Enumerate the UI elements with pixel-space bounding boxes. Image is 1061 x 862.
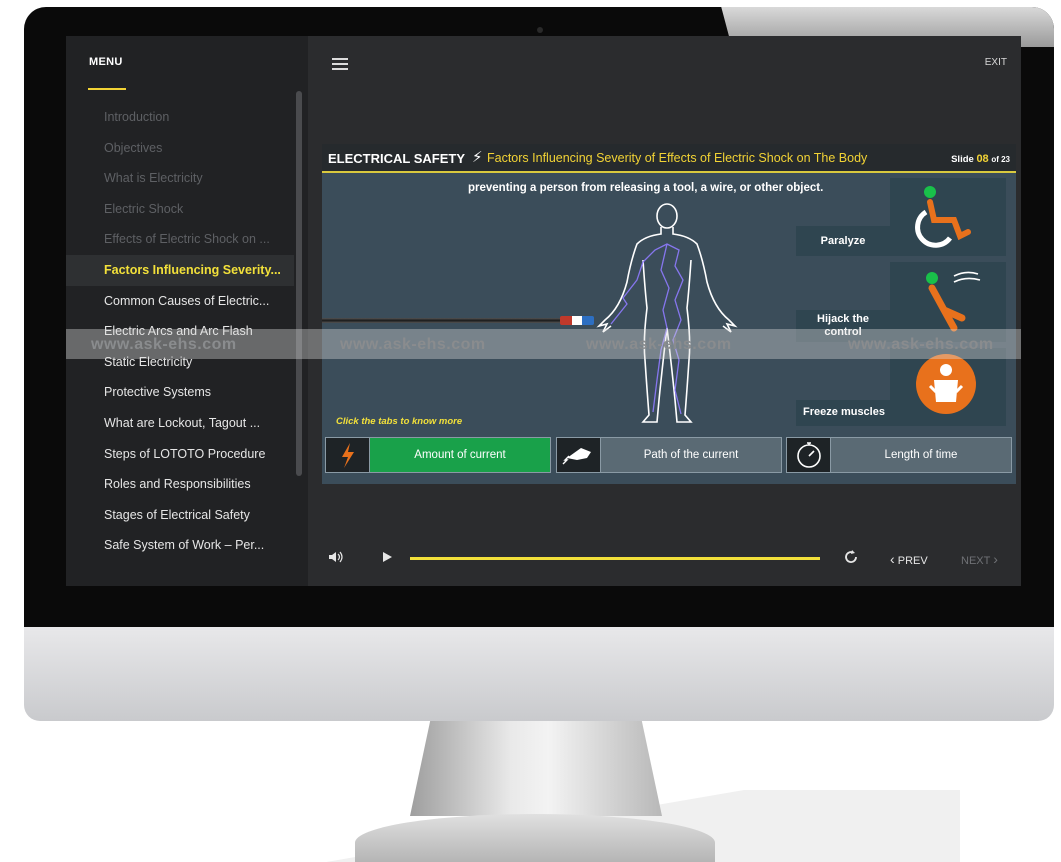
electric-wire bbox=[322, 318, 562, 323]
tab-label: Path of the current bbox=[601, 438, 781, 472]
slide-topic-title: Factors Influencing Severity of Effects … bbox=[487, 151, 868, 165]
play-icon[interactable] bbox=[383, 552, 392, 562]
camera-icon bbox=[537, 27, 543, 33]
progress-bar[interactable] bbox=[410, 557, 820, 560]
monitor-mockup: MENU Introduction Objectives What is Elect… bbox=[0, 0, 1061, 862]
slide-body-text: preventing a person from releasing a too… bbox=[468, 182, 824, 194]
sidebar-item[interactable]: Electric Shock bbox=[66, 194, 294, 225]
click-tabs-hint: Click the tabs to know more bbox=[336, 416, 463, 427]
sidebar-item[interactable]: Steps of LOTOTO Procedure bbox=[66, 439, 294, 470]
sidebar-item[interactable]: Effects of Electric Shock on ... bbox=[66, 224, 294, 255]
watermark-text: www.ask-ehs.com bbox=[586, 336, 732, 353]
watermark-text: www.ask-ehs.com bbox=[848, 336, 994, 353]
sidebar-menu: MENU Introduction Objectives What is Elect… bbox=[66, 36, 308, 586]
player-controls: ‹ PREV NEXT › bbox=[308, 541, 1021, 571]
sidebar-item[interactable]: Common Causes of Electric... bbox=[66, 286, 294, 317]
sidebar-item[interactable]: What are Lockout, Tagout ... bbox=[66, 408, 294, 439]
reload-icon[interactable] bbox=[843, 549, 859, 565]
sidebar-item[interactable]: Safe System of Work – Per... bbox=[66, 530, 294, 561]
slide-content: ELECTRICAL SAFETY ⚡︎ Factors Influencing… bbox=[322, 144, 1016, 484]
slide-header: ELECTRICAL SAFETY ⚡︎ Factors Influencing… bbox=[322, 144, 1016, 173]
slide-counter: Slide 08 of 23 bbox=[951, 153, 1010, 165]
tab-length-of-time[interactable]: Length of time bbox=[786, 437, 1012, 473]
lightning-separator-icon: ⚡︎ bbox=[472, 149, 483, 166]
monitor-stand-neck bbox=[410, 721, 662, 816]
effect-label-paralyze: Paralyze bbox=[820, 235, 866, 247]
sidebar-item[interactable]: Factors Influencing Severity... bbox=[66, 254, 294, 286]
hand-shock-icon bbox=[557, 438, 601, 472]
sidebar-item[interactable]: What is Electricity bbox=[66, 163, 294, 194]
effect-label-freeze: Freeze muscles bbox=[803, 406, 885, 418]
tab-path-of-the-current[interactable]: Path of the current bbox=[556, 437, 782, 473]
tab-label: Length of time bbox=[831, 438, 1011, 472]
prev-button[interactable]: ‹ PREV bbox=[890, 551, 928, 567]
tab-label: Amount of current bbox=[370, 438, 550, 472]
wheelchair-icon bbox=[915, 186, 971, 248]
sidebar-scrollbar[interactable] bbox=[296, 91, 302, 476]
sidebar-item[interactable]: Introduction bbox=[66, 102, 294, 133]
next-button[interactable]: NEXT › bbox=[961, 551, 998, 567]
chevron-left-icon: ‹ bbox=[890, 551, 895, 567]
stopwatch-icon bbox=[787, 438, 831, 472]
speaker-icon[interactable] bbox=[328, 551, 344, 563]
sidebar-item[interactable]: Protective Systems bbox=[66, 377, 294, 408]
chevron-right-icon: › bbox=[993, 551, 998, 567]
monitor-chin bbox=[24, 627, 1054, 721]
course-player-screen: MENU Introduction Objectives What is Elect… bbox=[66, 36, 1021, 586]
falling-person-icon bbox=[926, 271, 981, 332]
sidebar-item[interactable]: Stages of Electrical Safety bbox=[66, 500, 294, 531]
sidebar-item[interactable]: Objectives bbox=[66, 133, 294, 164]
exit-button[interactable]: EXIT bbox=[985, 57, 1007, 68]
watermark-text: www.ask-ehs.com bbox=[340, 336, 486, 353]
menu-title: MENU bbox=[89, 56, 123, 68]
hamburger-menu-icon[interactable] bbox=[332, 58, 348, 70]
frozen-person-icon bbox=[916, 354, 976, 414]
watermark-text: www.ask-ehs.com bbox=[91, 336, 237, 353]
human-body-shock-illustration bbox=[596, 203, 738, 423]
menu-title-underline bbox=[88, 88, 126, 90]
slide-course-title: ELECTRICAL SAFETY bbox=[328, 151, 465, 166]
sidebar-item[interactable]: Roles and Responsibilities bbox=[66, 469, 294, 500]
tab-amount-of-current[interactable]: Amount of current bbox=[325, 437, 551, 473]
lightning-icon bbox=[326, 438, 370, 472]
